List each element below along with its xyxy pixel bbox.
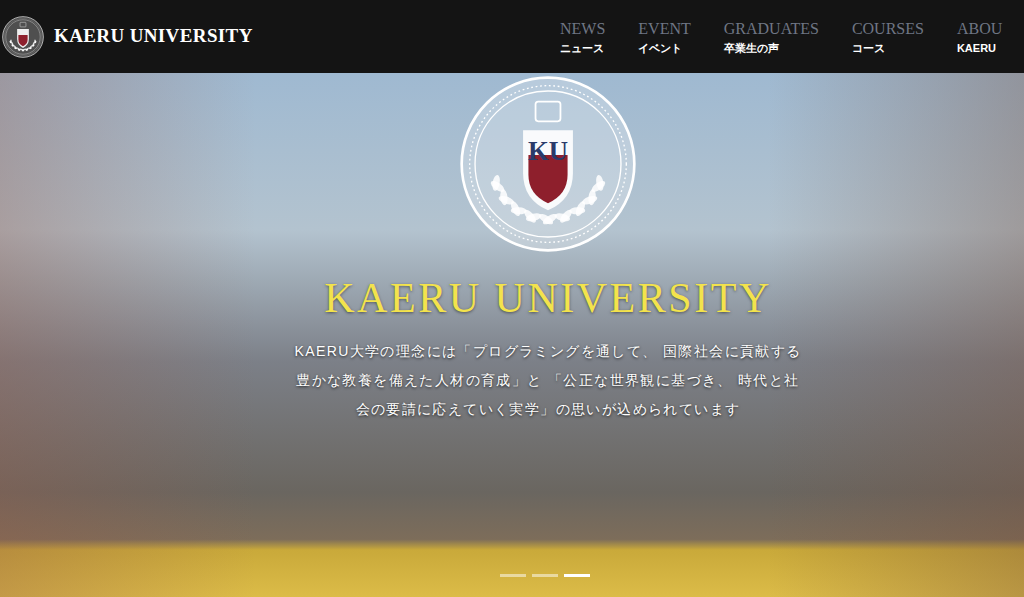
main-nav: NEWSニュース EVENTイベント GRADUATES卒業生の声 COURSESコー… (560, 18, 1024, 56)
slide-indicator[interactable] (500, 574, 526, 577)
hero-title: KAERU UNIVERSITY (324, 275, 771, 321)
logo-text[interactable]: KAERU UNIVERSITY (54, 22, 253, 51)
nav-item[interactable]: EVENTイベント (638, 18, 690, 56)
nav-item[interactable]: ABOUKAERU (957, 18, 1002, 56)
university-emblem-icon (2, 16, 44, 58)
university-emblem-icon: KU (459, 75, 637, 253)
hero-banner: KU KAERU UNIVERSITY KAERU大学の理念には「プログラミングを通… (0, 73, 1024, 597)
nav-item[interactable]: GRADUATES卒業生の声 (724, 18, 819, 56)
site-header: KAERU UNIVERSITY NEWSニュース EVENTイベント GRADUAT… (0, 0, 1024, 73)
nav-item[interactable]: COURSESコース (852, 18, 924, 56)
site-logo[interactable]: KAERU UNIVERSITY (0, 16, 560, 58)
hero-description: KAERU大学の理念には「プログラミングを通して、 国際社会に貢献する豊かな教養… (293, 337, 803, 424)
slide-indicators (500, 574, 590, 577)
slide-indicator[interactable] (564, 574, 590, 577)
page: KAERU UNIVERSITY NEWSニュース EVENTイベント GRADUAT… (0, 0, 1024, 597)
nav-item[interactable]: NEWSニュース (560, 18, 605, 56)
svg-text:KU: KU (528, 136, 568, 166)
slide-indicator[interactable] (532, 574, 558, 577)
